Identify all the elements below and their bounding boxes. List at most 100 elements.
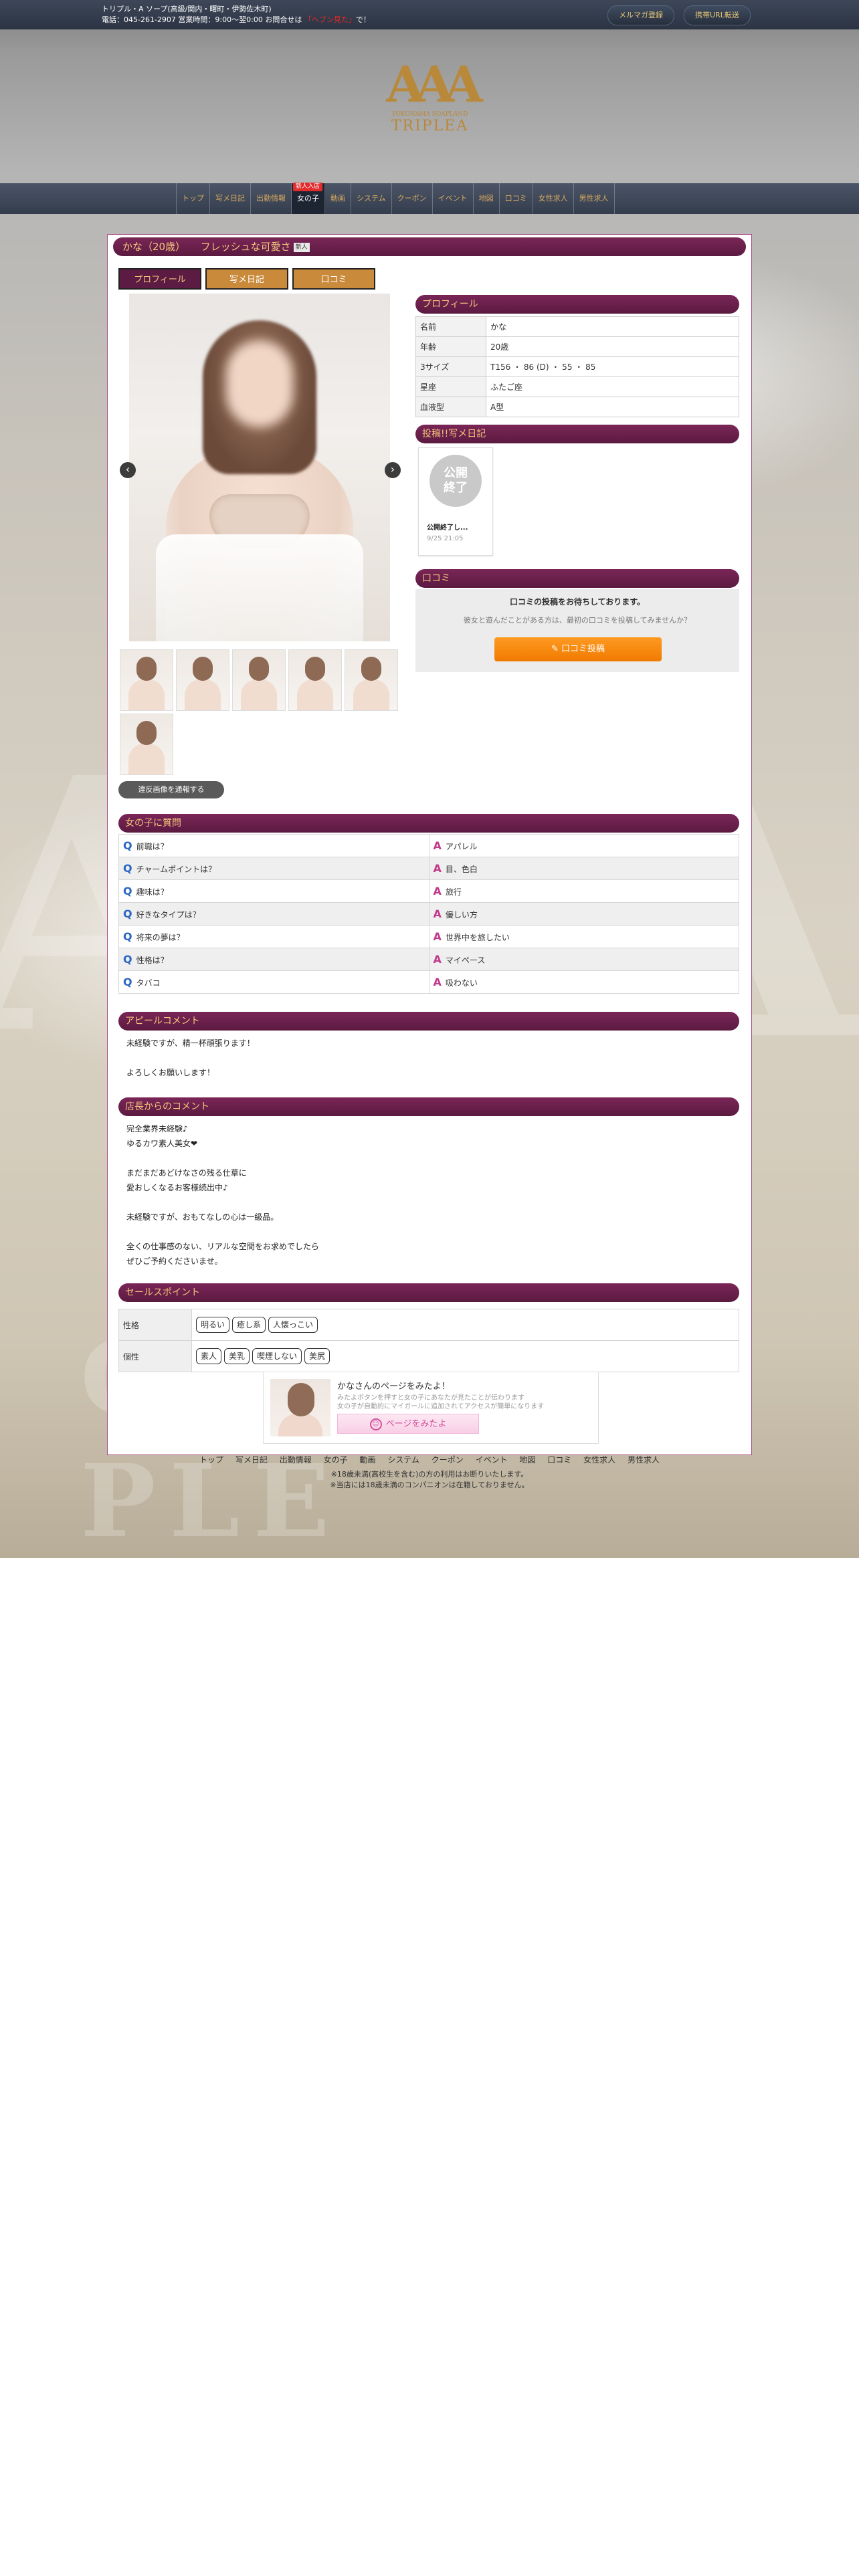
sales-tag: 癒し系 xyxy=(232,1317,266,1333)
profile-row: 年齢 20歳 xyxy=(415,336,739,357)
profile-row: 星座 ふたご座 xyxy=(415,377,739,397)
new-arrival-badge: 新人入店 xyxy=(293,183,323,191)
thumbnail-body xyxy=(128,679,165,710)
mobile-url-button[interactable]: 携帯URL転送 xyxy=(684,5,751,25)
profile-tabs: プロフィール 写メ日記 口コミ xyxy=(118,268,375,290)
profile-key: 年齢 xyxy=(415,336,486,357)
mitayo-thumb-body xyxy=(278,1414,322,1436)
footer-link-diary[interactable]: 写メ日記 xyxy=(235,1455,268,1465)
thumbnail-1[interactable] xyxy=(120,649,173,711)
photo-prev-arrow-icon[interactable]: ‹ xyxy=(120,462,136,478)
logo-subtitle: YOKOHAMA SOAPLAND xyxy=(391,111,468,118)
mitayo-description: みたよボタンを押すと女の子にあなたが見たことが伝わります 女の子が自動的にマイガ… xyxy=(337,1394,545,1410)
qa-row: Q チャームポイントは？ A 目、色白 xyxy=(118,857,739,880)
diary-card[interactable]: 公開 終了 公開終了し... 9/25 21:05 xyxy=(418,447,493,556)
mitayo-box: かなさんのページをみたよ！ みたよボタンを押すと女の子にあなたが見たことが伝わり… xyxy=(263,1372,599,1444)
q-mark: Q xyxy=(123,953,132,966)
thumbnail-body xyxy=(241,679,277,710)
sales-tags: 素人 美乳 喫煙しない 美尻 xyxy=(191,1340,739,1372)
nav-system[interactable]: システム xyxy=(351,183,392,214)
qa-row: Q 趣味は？ A 旅行 xyxy=(118,879,739,903)
age-notice-1: ※18歳未満(高校生を含む)の方の利用はお断りいたします。 xyxy=(330,1470,529,1479)
shop-info-line2: 電話：045-261-2907 営業時間：9:00〜翌0:00 お問合せは 「ヘ… xyxy=(102,15,371,25)
girl-title-bar: かな（20歳） フレッシュな可愛さ 新人 xyxy=(113,237,746,256)
age-notice-2: ※当店には18歳未満のコンパニオンは在籍しておりません。 xyxy=(330,1481,529,1489)
logo-mark: AAA xyxy=(386,56,482,114)
qa-question: Q 将来の夢は？ xyxy=(118,925,430,948)
diary-date: 9/25 21:05 xyxy=(427,535,464,542)
a-mark: A xyxy=(433,953,442,966)
qa-row: Q 将来の夢は？ A 世界中を旅したい xyxy=(118,925,739,948)
footer-link-review[interactable]: 口コミ xyxy=(547,1455,571,1465)
footer-link-female-recruit[interactable]: 女性求人 xyxy=(583,1455,615,1465)
footer-link-system[interactable]: システム xyxy=(387,1455,419,1465)
review-heading: 口コミ xyxy=(415,569,739,588)
nav-event[interactable]: イベント xyxy=(433,183,474,214)
profile-key: 血液型 xyxy=(415,397,486,417)
shop-logo[interactable]: AAA YOKOHAMA SOAPLAND TRIPLEA xyxy=(381,56,482,134)
nav-map[interactable]: 地図 xyxy=(474,183,500,214)
answer-text: マイペース xyxy=(445,956,486,965)
nav-coupon[interactable]: クーポン xyxy=(392,183,433,214)
tab-review[interactable]: 口コミ xyxy=(292,268,375,290)
nav-female-recruit[interactable]: 女性求人 xyxy=(533,183,574,214)
footer-link-video[interactable]: 動画 xyxy=(359,1455,375,1465)
page-background: A A OH PLE トリプル・A ソープ(高級/関内・曙町・伊勢佐木町) 電話… xyxy=(0,0,859,1558)
footer-link-schedule[interactable]: 出勤情報 xyxy=(280,1455,312,1465)
qa-question: Q 前職は？ xyxy=(118,834,430,857)
review-box: 口コミの投稿をお待ちしております。 彼女と遊んだことがある方は、最初の口コミを投… xyxy=(415,589,739,672)
qa-answer: A 目、色白 xyxy=(428,857,739,880)
thumbnail-2[interactable] xyxy=(176,649,229,711)
a-mark: A xyxy=(433,976,442,988)
q-mark: Q xyxy=(123,862,132,875)
appeal-comment: 未経験ですが、精一杯頑張ります！ よろしくお願いします！ xyxy=(126,1039,255,1077)
nav-review[interactable]: 口コミ xyxy=(500,183,533,214)
nav-diary[interactable]: 写メ日記 xyxy=(210,183,251,214)
mitayo-title: かなさんのページをみたよ！ xyxy=(337,1382,450,1392)
shop-info: トリプル・A ソープ(高級/関内・曙町・伊勢佐木町) 電話：045-261-29… xyxy=(102,4,371,25)
qa-answer: A 旅行 xyxy=(428,879,739,903)
main-photo[interactable] xyxy=(129,294,390,641)
shop-phone-hours: 電話：045-261-2907 営業時間：9:00〜翌0:00 お問合せは xyxy=(102,15,302,24)
thumbnail-3[interactable] xyxy=(232,649,286,711)
answer-text: 世界中を旅したい xyxy=(445,933,510,942)
mail-magazine-button[interactable]: メルマガ登録 xyxy=(607,5,674,25)
mitayo-button[interactable]: ☺ ページをみたよ xyxy=(337,1414,479,1434)
footer-link-coupon[interactable]: クーポン xyxy=(432,1455,464,1465)
qa-question: Q チャームポイントは？ xyxy=(118,857,430,880)
answer-text: 優しい方 xyxy=(445,910,478,920)
sales-key: 個性 xyxy=(118,1340,192,1372)
nav-video[interactable]: 動画 xyxy=(325,183,351,214)
photo-next-arrow-icon[interactable]: › xyxy=(385,462,401,478)
footer-link-male-recruit[interactable]: 男性求人 xyxy=(628,1455,660,1465)
answer-text: アパレル xyxy=(445,842,478,851)
thumbnail-5[interactable] xyxy=(345,649,398,711)
post-review-button[interactable]: ✎ 口コミ投稿 xyxy=(494,637,662,661)
qa-answer: A 吸わない xyxy=(428,970,739,994)
thumbnail-hair xyxy=(305,657,325,681)
nav-male-recruit[interactable]: 男性求人 xyxy=(574,183,615,214)
sales-row: 個性 素人 美乳 喫煙しない 美尻 xyxy=(118,1340,739,1372)
nav-girls[interactable]: 新人入店 女の子 xyxy=(292,183,325,214)
q-mark: Q xyxy=(123,885,132,897)
thumbnail-4[interactable] xyxy=(288,649,342,711)
tab-photo-diary[interactable]: 写メ日記 xyxy=(205,268,288,290)
footer-link-map[interactable]: 地図 xyxy=(519,1455,535,1465)
sales-tag: 美乳 xyxy=(224,1348,250,1364)
tab-profile[interactable]: プロフィール xyxy=(118,268,201,290)
footer-link-event[interactable]: イベント xyxy=(476,1455,508,1465)
qa-answer: A 優しい方 xyxy=(428,902,739,926)
qa-question: Q 好きなタイプは？ xyxy=(118,902,430,926)
nav-top[interactable]: トップ xyxy=(176,183,210,214)
qa-heading: 女の子に質問 xyxy=(118,814,739,833)
footer-link-top[interactable]: トップ xyxy=(199,1455,223,1465)
thumbnail-hair xyxy=(249,657,269,681)
question-text: 趣味は？ xyxy=(136,887,169,897)
report-image-button[interactable]: 違反画像を通報する xyxy=(118,781,224,798)
footer-link-girls[interactable]: 女の子 xyxy=(324,1455,348,1465)
diary-title: 公開終了し... xyxy=(427,524,468,532)
nav-girls-label: 女の子 xyxy=(297,194,319,203)
qa-row: Q 性格は？ A マイペース xyxy=(118,948,739,971)
nav-schedule[interactable]: 出勤情報 xyxy=(251,183,292,214)
thumbnail-6[interactable] xyxy=(120,714,173,775)
